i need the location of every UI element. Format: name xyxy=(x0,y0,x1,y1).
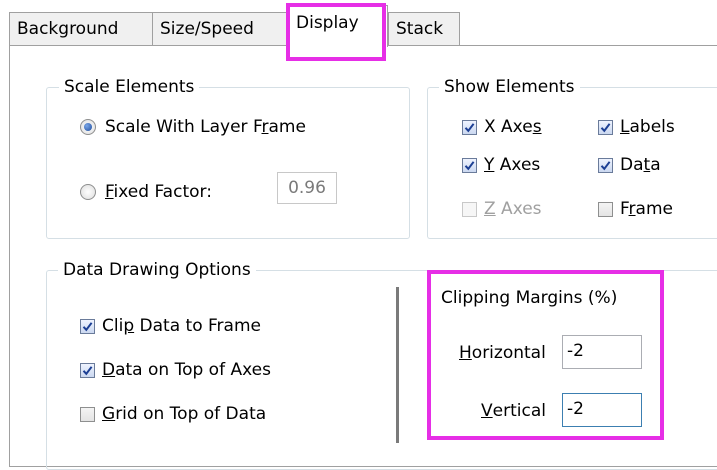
x-axes-option[interactable]: X Axes xyxy=(462,117,542,137)
horizontal-margin-input[interactable]: -2 xyxy=(562,335,642,369)
scale-elements-title: Scale Elements xyxy=(59,76,200,98)
tab-strip: Background Size/Speed Stack Display xyxy=(0,0,717,47)
labels-label: Labels xyxy=(620,117,675,137)
frame-label: Frame xyxy=(620,199,673,219)
radio-dot-icon xyxy=(84,123,92,131)
vertical-label: Vertical xyxy=(481,401,546,421)
check-icon xyxy=(82,321,93,331)
check-icon xyxy=(82,365,93,375)
grid-on-top-checkbox[interactable] xyxy=(80,406,95,422)
tab-label: Display xyxy=(296,13,359,33)
y-axes-checkbox[interactable] xyxy=(462,157,477,173)
data-on-top-checkbox[interactable] xyxy=(80,362,95,378)
clip-data-label: Clip Data to Frame xyxy=(102,316,261,336)
scale-elements-group: Scale Elements xyxy=(46,76,410,239)
check-icon xyxy=(600,160,611,170)
clip-data-option[interactable]: Clip Data to Frame xyxy=(80,316,261,336)
tab-label: Background xyxy=(17,19,119,39)
z-axes-label: Z Axes xyxy=(484,199,542,219)
fixed-factor-input[interactable]: 0.96 xyxy=(277,172,337,204)
y-axes-label: Y Axes xyxy=(484,155,541,175)
check-icon xyxy=(600,122,611,132)
tab-background[interactable]: Background xyxy=(9,12,153,46)
x-axes-label: X Axes xyxy=(484,117,542,137)
tab-label: Size/Speed xyxy=(160,19,254,39)
data-option[interactable]: Data xyxy=(598,155,661,175)
frame-option[interactable]: Frame xyxy=(598,199,673,219)
fixed-factor-option[interactable]: Fixed Factor: xyxy=(80,182,212,202)
data-on-top-option[interactable]: Data on Top of Axes xyxy=(80,360,271,380)
frame-checkbox[interactable] xyxy=(598,201,613,217)
scale-with-layer-frame-radio[interactable] xyxy=(80,119,96,135)
clip-data-checkbox[interactable] xyxy=(80,318,95,334)
fixed-factor-radio[interactable] xyxy=(80,184,96,200)
tab-stack[interactable]: Stack xyxy=(388,12,460,46)
data-checkbox[interactable] xyxy=(598,157,613,173)
data-label: Data xyxy=(620,155,661,175)
grid-on-top-label: Grid on Top of Data xyxy=(102,404,267,424)
show-elements-title: Show Elements xyxy=(439,76,580,98)
x-axes-checkbox[interactable] xyxy=(462,119,477,135)
tab-size-speed[interactable]: Size/Speed xyxy=(152,12,287,46)
tab-display[interactable]: Display xyxy=(288,5,388,47)
data-drawing-options-title: Data Drawing Options xyxy=(58,259,256,281)
fixed-factor-label: Fixed Factor: xyxy=(105,182,212,202)
clipping-margins-title: Clipping Margins (%) xyxy=(441,288,618,308)
scale-with-layer-frame-option[interactable]: Scale With Layer Frame xyxy=(80,117,306,137)
scale-with-layer-frame-label: Scale With Layer Frame xyxy=(105,117,306,137)
labels-option[interactable]: Labels xyxy=(598,117,675,137)
y-axes-option[interactable]: Y Axes xyxy=(462,155,540,175)
tab-label: Stack xyxy=(396,19,444,39)
z-axes-checkbox xyxy=(462,201,477,217)
check-icon xyxy=(464,160,475,170)
horizontal-label: Horizontal xyxy=(459,343,546,363)
vertical-margin-input[interactable]: -2 xyxy=(562,393,642,427)
vertical-divider xyxy=(396,287,399,443)
z-axes-option: Z Axes xyxy=(462,199,542,219)
check-icon xyxy=(464,122,475,132)
data-on-top-label: Data on Top of Axes xyxy=(102,360,271,380)
grid-on-top-option[interactable]: Grid on Top of Data xyxy=(80,404,266,424)
labels-checkbox[interactable] xyxy=(598,119,613,135)
